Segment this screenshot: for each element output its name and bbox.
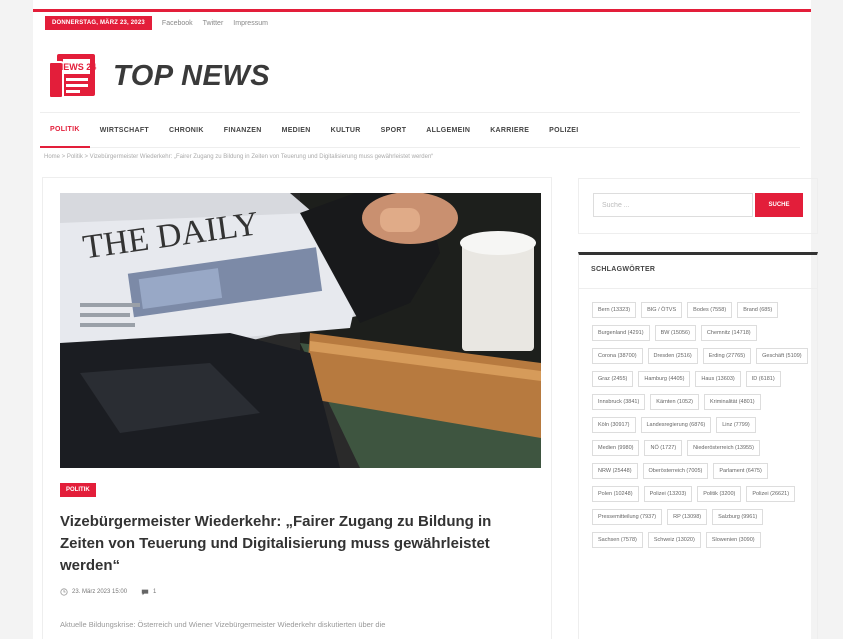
article-excerpt: Aktuelle Bildungskrise: Österreich und W… xyxy=(60,620,386,629)
nav-item-sport[interactable]: SPORT xyxy=(371,112,417,148)
tag-item[interactable]: Haus (13603) xyxy=(695,371,741,387)
nav-item-chronik[interactable]: CHRONIK xyxy=(159,112,214,148)
tag-item[interactable]: Niederösterreich (13955) xyxy=(687,440,760,456)
tag-item[interactable]: Sachsen (7578) xyxy=(592,532,643,548)
comment-count: 1 xyxy=(153,589,157,595)
newspaper-logo-icon: NEWS 24 xyxy=(48,54,97,99)
tag-item[interactable]: Geschäft (5109) xyxy=(756,348,808,364)
tag-item[interactable]: Politik (3200) xyxy=(697,486,742,502)
tag-item[interactable]: Schweiz (13020) xyxy=(647,532,701,548)
nav-item-karriere[interactable]: KARRIERE xyxy=(480,112,539,148)
tag-item[interactable]: RP (13098) xyxy=(667,509,708,525)
tags-divider xyxy=(578,288,818,289)
search-button[interactable]: SUCHE xyxy=(755,193,803,217)
tag-item[interactable]: Salzburg (9961) xyxy=(712,509,764,525)
tag-item[interactable]: BW (15056) xyxy=(654,325,696,341)
tag-item[interactable]: Innsbruck (3841) xyxy=(592,394,646,410)
tag-item[interactable]: ID (6181) xyxy=(745,371,781,387)
category-badge[interactable]: POLITIK xyxy=(60,483,96,497)
tags-heading: SCHLAGWÖRTER xyxy=(591,266,656,273)
twitter-link[interactable]: Twitter xyxy=(203,20,224,27)
nav-item-polizei[interactable]: POLIZEI xyxy=(539,112,588,148)
tag-item[interactable]: NÖ (1727) xyxy=(644,440,683,456)
tag-item[interactable]: Parlament (6475) xyxy=(713,463,768,479)
clock-icon xyxy=(60,588,68,596)
nav-item-wirtschaft[interactable]: WIRTSCHAFT xyxy=(90,112,159,148)
tag-item[interactable]: Bodes (7558) xyxy=(687,302,733,318)
tag-item[interactable]: Linz (7799) xyxy=(716,417,756,433)
tag-item[interactable]: Landesregierung (6876) xyxy=(640,417,712,433)
tag-item[interactable]: Pressemitteilung (7937) xyxy=(592,509,663,525)
article-title[interactable]: Vizebürgermeister Wiederkehr: „Fairer Zu… xyxy=(60,511,530,577)
comment-icon xyxy=(141,589,149,596)
tag-item[interactable]: Köln (30917) xyxy=(592,417,636,433)
tag-item[interactable]: Erding (27765) xyxy=(702,348,752,364)
top-accent-line xyxy=(33,9,811,12)
main-nav: POLITIK WIRTSCHAFT CHRONIK FINANZEN MEDI… xyxy=(40,112,800,148)
article-hero-image[interactable]: THE DAILY xyxy=(60,193,541,468)
tag-item[interactable]: Polizei (26621) xyxy=(746,486,796,502)
nav-item-politik[interactable]: POLITIK xyxy=(40,112,90,148)
tag-item[interactable]: Corona (38700) xyxy=(592,348,643,364)
article-date: 23. März 2023 15:00 xyxy=(60,588,127,596)
tag-item[interactable]: Oberösterreich (7005) xyxy=(642,463,709,479)
search-input[interactable] xyxy=(593,193,753,217)
tag-item[interactable]: Burgenland (4291) xyxy=(592,325,650,341)
breadcrumb: Home > Politik > Vizebürgermeister Wiede… xyxy=(44,154,434,160)
tag-item[interactable]: Polen (10248) xyxy=(592,486,639,502)
article-comments[interactable]: 1 xyxy=(141,588,156,596)
article-date-text: 23. März 2023 15:00 xyxy=(72,589,128,595)
nav-item-kultur[interactable]: KULTUR xyxy=(321,112,371,148)
tag-item[interactable]: Chemnitz (14718) xyxy=(700,325,757,341)
tag-item[interactable]: Graz (2455) xyxy=(592,371,634,387)
article-meta: 23. März 2023 15:00 1 xyxy=(60,588,156,596)
tag-item[interactable]: Kärnten (1052) xyxy=(650,394,699,410)
tag-item[interactable]: BIG / ÖTVS xyxy=(641,302,683,318)
tag-cloud: Bern (13323) BIG / ÖTVS Bodes (7558) Brand … xyxy=(592,302,808,548)
tag-item[interactable]: Polizei (13203) xyxy=(643,486,693,502)
date-badge: DONNERSTAG, MÄRZ 23, 2023 xyxy=(45,16,152,30)
topbar: DONNERSTAG, MÄRZ 23, 2023 Facebook Twitt… xyxy=(45,15,268,31)
site-logo[interactable]: NEWS 24 TOP NEWS xyxy=(47,50,270,102)
tag-item[interactable]: Dresden (2516) xyxy=(647,348,698,364)
tag-item[interactable]: Kriminalität (4801) xyxy=(703,394,761,410)
nav-item-allgemein[interactable]: ALLGEMEIN xyxy=(416,112,480,148)
tag-item[interactable]: Brand (685) xyxy=(737,302,779,318)
facebook-link[interactable]: Facebook xyxy=(162,20,193,27)
logo-mark-text: NEWS 24 xyxy=(57,62,97,72)
tag-item[interactable]: Medien (9980) xyxy=(592,440,640,456)
nav-item-medien[interactable]: MEDIEN xyxy=(272,112,321,148)
impressum-link[interactable]: Impressum xyxy=(233,20,268,27)
tag-item[interactable]: NRW (25448) xyxy=(592,463,638,479)
tag-item[interactable]: Hamburg (4405) xyxy=(638,371,691,387)
tag-item[interactable]: Slowenien (3090) xyxy=(705,532,761,548)
tag-item[interactable]: Bern (13323) xyxy=(592,302,637,318)
site-title: TOP NEWS xyxy=(113,59,271,92)
nav-item-finanzen[interactable]: FINANZEN xyxy=(214,112,272,148)
